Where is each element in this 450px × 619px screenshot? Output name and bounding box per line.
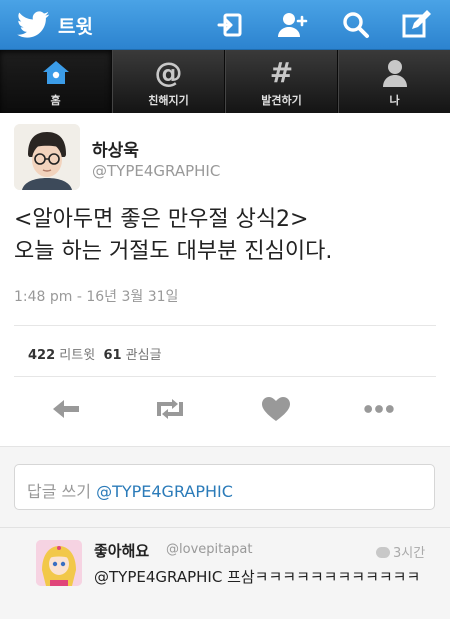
tab-home-label: 홈 [50,94,61,107]
tweet-actions [0,388,450,432]
reply-icon[interactable] [50,394,84,424]
add-user-icon[interactable] [276,9,308,41]
tweet-stats: 422 리트윗 61 관심글 [28,344,162,363]
more-icon[interactable] [362,394,406,424]
tab-bar: 홈 @ 친해지기 # 발견하기 나 [0,50,450,113]
reply-user-handle[interactable]: @lovepitapat [166,542,253,557]
user-name[interactable]: 하상욱 [92,136,139,161]
reply-avatar[interactable] [36,540,82,586]
sign-in-icon[interactable] [214,9,246,41]
favorite-count-label[interactable]: 관심글 [126,348,162,363]
tab-me[interactable]: 나 [338,50,450,113]
tab-discover[interactable]: # 발견하기 [225,50,338,113]
person-icon [377,58,413,88]
at-icon: @ [154,56,183,89]
reply-timestamp: 3시간 [376,542,425,561]
heart-icon[interactable] [259,394,293,424]
divider [0,527,450,528]
tweet-text-line: 오늘 하는 거절도 대부분 진심이다. [14,239,333,264]
retweet-count[interactable]: 422 [28,348,55,363]
reply-text: @TYPE4GRAPHIC 프삼ㅋㅋㅋㅋㅋㅋㅋㅋㅋㅋㅋㅋ [94,568,421,586]
page-title: 트윗 [58,16,93,38]
avatar[interactable] [14,124,80,190]
conversation-icon [376,547,390,558]
compose-icon[interactable] [400,9,432,41]
retweet-count-label[interactable]: 리트윗 [59,348,95,363]
favorite-count[interactable]: 61 [103,348,121,363]
search-icon[interactable] [340,9,372,41]
reply-mention: @TYPE4GRAPHIC [96,482,233,501]
reply-placeholder: 답글 쓰기 [27,482,91,501]
reply-time-label: 3시간 [393,546,426,561]
divider [14,325,436,326]
home-icon [38,58,74,88]
tab-home[interactable]: 홈 [0,50,112,113]
tweet-timestamp: 1:48 pm - 16년 3월 31일 [14,289,179,305]
user-handle[interactable]: @TYPE4GRAPHIC [92,162,220,180]
tab-connect-label: 친해지기 [148,94,189,107]
top-navigation-bar: 트윗 [0,0,450,50]
retweet-icon[interactable] [153,394,187,424]
tab-discover-label: 발견하기 [261,94,302,107]
tweet-text-line: <알아두면 좋은 만우절 상식2> [14,207,309,232]
reply-input[interactable]: 답글 쓰기 @TYPE4GRAPHIC [14,464,435,510]
reply-user-name[interactable]: 좋아해요 [94,540,149,561]
twitter-bird-icon [16,10,50,40]
divider [14,376,436,377]
tab-connect[interactable]: @ 친해지기 [112,50,225,113]
tab-me-label: 나 [389,94,400,107]
tweet-text: <알아두면 좋은 만우절 상식2> 오늘 하는 거절도 대부분 진심이다. [14,204,439,268]
hashtag-icon: # [269,56,294,89]
